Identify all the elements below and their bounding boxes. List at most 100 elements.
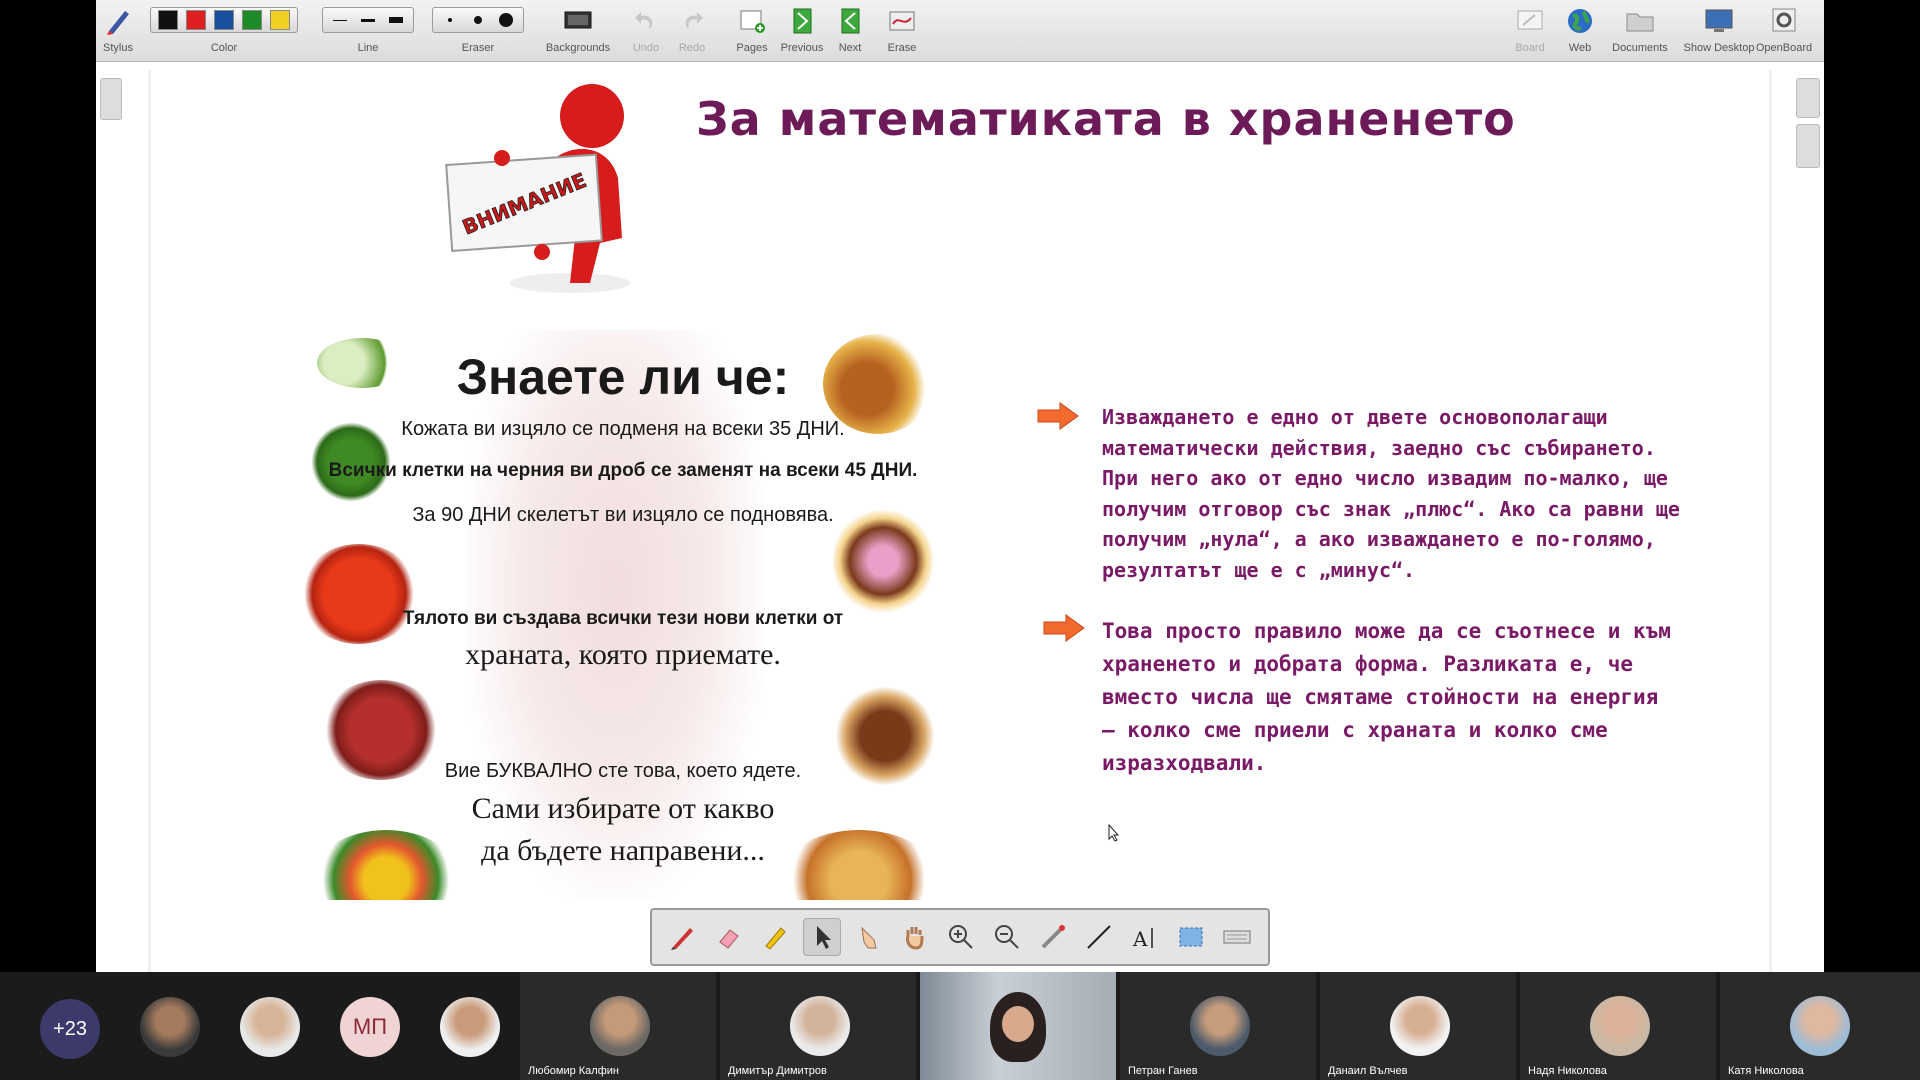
participant-tile[interactable]: Надя Николова xyxy=(1520,972,1716,1080)
avatar-initials[interactable]: МП xyxy=(340,997,400,1057)
facts-heading: Знаете ли че: xyxy=(456,349,790,405)
stylus-button[interactable]: Stylus xyxy=(96,4,140,56)
paragraph-subtraction: Изваждането е едно от двете основополага… xyxy=(1102,405,1680,582)
zoom-out-tool[interactable] xyxy=(989,919,1025,955)
screen-capture-icon xyxy=(1179,927,1203,947)
monitor-icon xyxy=(1705,9,1733,32)
svg-text:A: A xyxy=(1132,927,1148,951)
stylus-icon xyxy=(107,11,129,35)
next-page-icon xyxy=(841,8,860,34)
add-page-icon xyxy=(740,10,765,33)
active-speaker-video[interactable] xyxy=(920,972,1116,1080)
marker-tool[interactable] xyxy=(757,919,793,955)
previous-page-button[interactable]: Previous xyxy=(780,4,824,56)
participant-tile[interactable]: Катя Николова xyxy=(1720,972,1920,1080)
text-icon: A xyxy=(1132,927,1153,951)
nutrition-facts-image: Знаете ли че: Кожата ви изцяло се подмен… xyxy=(305,330,941,900)
paragraph-nutrition-energy: Това просто правило може да се съотнесе … xyxy=(1102,619,1671,775)
bullet-arrow-icon xyxy=(1043,614,1085,642)
undo-button[interactable]: Undo xyxy=(626,4,666,56)
avatar xyxy=(1590,996,1650,1056)
fact-line-3: За 90 ДНИ скелетът ви изцяло се подновяв… xyxy=(412,504,834,526)
avatar xyxy=(1190,996,1250,1056)
attention-figure-image: ВНИМАНИЕ xyxy=(445,84,630,293)
participant-name: Надя Николова xyxy=(1528,1065,1607,1077)
color-caption: Color xyxy=(210,42,238,54)
documents-button[interactable]: Documents xyxy=(1600,4,1680,56)
left-palette-toggle[interactable] xyxy=(100,78,122,120)
gear-icon xyxy=(1772,8,1796,32)
bullet-arrow-icon xyxy=(1037,402,1079,430)
fact-line-2: Всички клетки на черния ви дроб се замен… xyxy=(328,460,918,481)
avatar[interactable] xyxy=(440,997,500,1057)
pages-button[interactable]: Pages xyxy=(732,4,772,56)
mouse-cursor-icon xyxy=(1108,824,1120,842)
fact-line-5: храната, която приемате. xyxy=(465,638,781,671)
pointing-hand-icon xyxy=(861,926,877,949)
undo-icon xyxy=(635,12,653,28)
fact-line-8: да бъдете направени... xyxy=(481,834,765,867)
pen-tool[interactable] xyxy=(665,919,701,955)
erase-icon xyxy=(889,11,915,31)
participant-name: Любомир Калфин xyxy=(528,1065,619,1077)
participant-name: Данаил Вълчев xyxy=(1328,1065,1408,1077)
hand-tool[interactable] xyxy=(897,919,933,955)
participant-tile[interactable]: Любомир Калфин xyxy=(520,972,716,1080)
interact-tool[interactable] xyxy=(851,919,887,955)
fact-line-4: Тялото ви създава всички тези нови клетк… xyxy=(402,608,844,629)
participant-tile[interactable]: Петран Ганев xyxy=(1120,972,1316,1080)
participant-tile[interactable]: Данаил Вълчев xyxy=(1320,972,1516,1080)
main-toolbar: Stylus Color Line Eraser Backgrounds Und… xyxy=(96,0,1824,62)
capture-tool[interactable] xyxy=(1173,919,1209,955)
zoom-out-icon xyxy=(995,925,1019,949)
avatar[interactable] xyxy=(240,997,300,1057)
eraser-icon xyxy=(719,929,739,949)
redo-button[interactable]: Redo xyxy=(672,4,712,56)
next-page-button[interactable]: Next xyxy=(830,4,870,56)
previous-page-icon xyxy=(793,8,812,34)
backgrounds-button[interactable]: Backgrounds xyxy=(542,4,614,56)
fact-line-7: Сами избирате от какво xyxy=(471,792,775,825)
more-participants-badge[interactable]: +23 xyxy=(40,999,100,1059)
participant-name: Димитър Димитров xyxy=(728,1065,827,1077)
participant-name: Катя Николова xyxy=(1728,1065,1804,1077)
laser-pointer-icon xyxy=(1041,925,1065,949)
openboard-menu-button[interactable]: OpenBoard xyxy=(1746,4,1822,56)
page-edge-right xyxy=(1769,70,1772,972)
fact-line-1: Кожата ви изцяло се подменя на всеки 35 … xyxy=(401,418,845,440)
avatar[interactable] xyxy=(140,997,200,1057)
arrow-pointer-icon xyxy=(817,926,831,949)
line-tool[interactable] xyxy=(1081,919,1117,955)
text-tool[interactable]: A xyxy=(1127,919,1163,955)
pen-icon xyxy=(671,928,693,950)
fact-line-6: Вие БУКВАЛНО сте това, което ядете. xyxy=(444,760,802,782)
speaker-face xyxy=(1002,1006,1034,1042)
laser-pointer-tool[interactable] xyxy=(1035,919,1071,955)
board-icon xyxy=(1517,10,1543,30)
hand-icon xyxy=(906,927,924,950)
page-edge-left xyxy=(148,70,151,972)
zoom-in-tool[interactable] xyxy=(943,919,979,955)
eraser-tool[interactable] xyxy=(711,919,747,955)
erase-button[interactable]: Erase xyxy=(880,4,924,56)
globe-icon xyxy=(1568,9,1592,33)
selector-tool[interactable] xyxy=(803,918,841,956)
participant-tile[interactable]: Димитър Димитров xyxy=(720,972,916,1080)
avatar xyxy=(1790,996,1850,1056)
line-caption: Line xyxy=(357,42,379,54)
right-palette-toggle-pages[interactable] xyxy=(1796,124,1820,168)
slide-title: За математиката в храненето xyxy=(696,92,1516,146)
zoom-in-icon xyxy=(949,925,973,949)
stylus-palette: A xyxy=(650,908,1270,966)
web-button[interactable]: Web xyxy=(1558,4,1602,56)
avatar xyxy=(590,996,650,1056)
board-button[interactable]: Board xyxy=(1508,4,1552,56)
folder-icon xyxy=(1626,13,1654,32)
avatar xyxy=(1390,996,1450,1056)
virtual-keyboard-tool[interactable] xyxy=(1219,919,1255,955)
redo-icon xyxy=(685,12,703,28)
keyboard-icon xyxy=(1223,930,1251,944)
line-icon xyxy=(1087,925,1111,949)
right-palette-toggle-library[interactable] xyxy=(1796,78,1820,118)
eraser-caption: Eraser xyxy=(461,42,495,54)
